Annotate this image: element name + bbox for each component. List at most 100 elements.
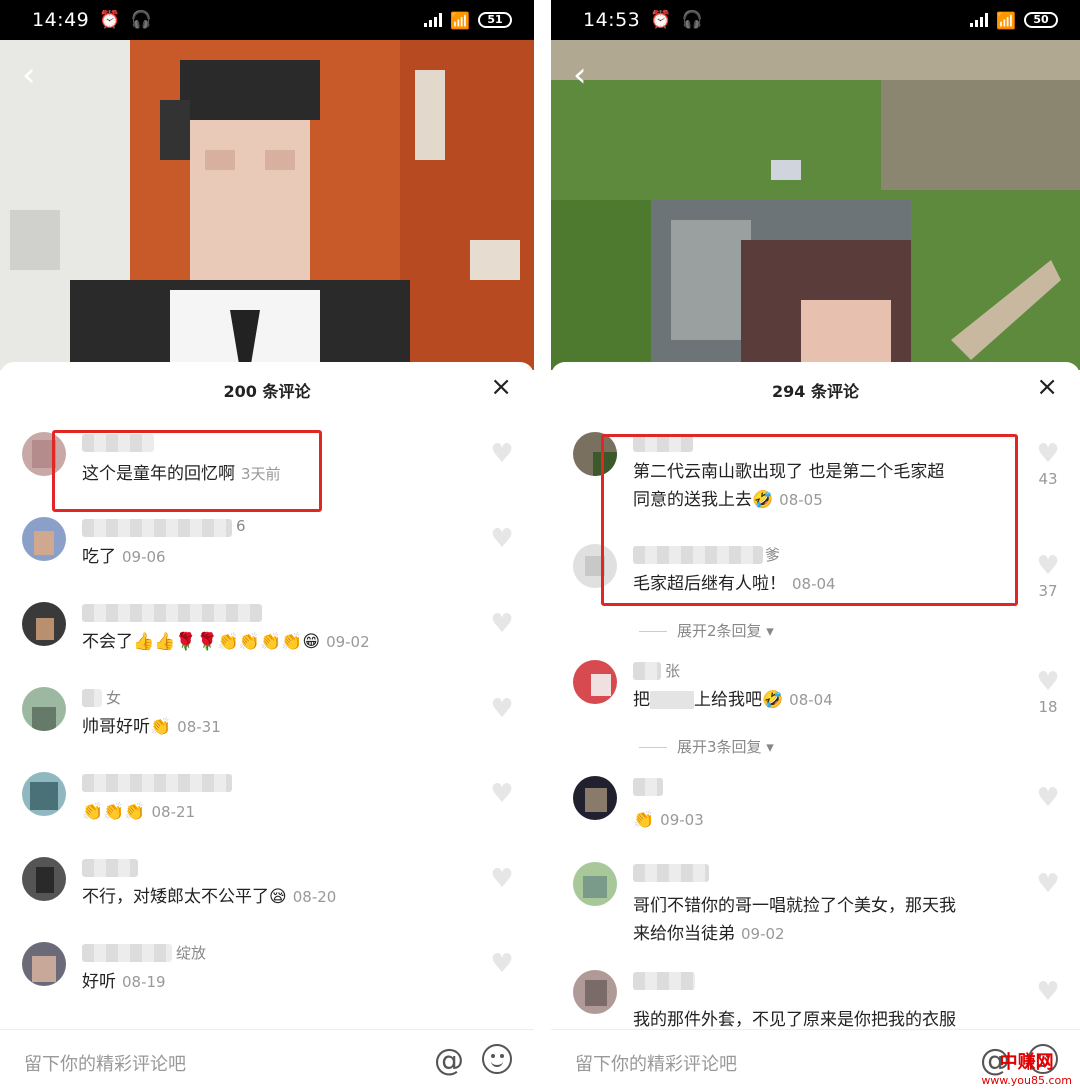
username-blurred[interactable] xyxy=(633,662,661,680)
username-blurred[interactable] xyxy=(633,778,663,796)
heart-icon[interactable]: ♥ xyxy=(488,865,516,893)
avatar[interactable] xyxy=(22,857,66,901)
highlight-box xyxy=(52,430,322,512)
comment-text: 好听 08-19 xyxy=(82,972,166,992)
username-suffix: 6 xyxy=(236,517,246,535)
watermark-url: www.you85.com xyxy=(981,1074,1072,1087)
comment-date: 09-02 xyxy=(741,925,785,943)
status-bar: 14:49 ⏰ 🎧 📶 51 xyxy=(0,0,534,40)
avatar[interactable] xyxy=(22,602,66,646)
signal-icon xyxy=(424,13,443,27)
comment-date: 08-31 xyxy=(177,718,221,736)
back-button[interactable]: ‹ xyxy=(573,58,587,92)
heart-icon[interactable]: ♥ xyxy=(1034,552,1062,580)
headphones-icon: 🎧 xyxy=(681,10,703,30)
username-suffix: 女 xyxy=(106,689,122,707)
composite-screenshot: 14:49 ⏰ 🎧 📶 51 ‹ 200 条评论 × 这个是童年的回忆啊 3天前… xyxy=(0,0,1080,1091)
phone-left: 14:49 ⏰ 🎧 📶 51 ‹ 200 条评论 × 这个是童年的回忆啊 3天前… xyxy=(0,0,534,1091)
heart-icon[interactable]: ♥ xyxy=(488,610,516,638)
avatar[interactable] xyxy=(22,687,66,731)
comment-input-bar: 留下你的精彩评论吧 @ xyxy=(0,1029,534,1091)
at-mention-icon[interactable]: @ xyxy=(434,1043,464,1078)
heart-icon[interactable]: ♥ xyxy=(488,440,516,468)
comment-date: 08-04 xyxy=(789,691,833,709)
like-count: 37 xyxy=(1038,582,1058,600)
username-suffix: 张 xyxy=(665,662,681,680)
comment-text-line2: 来给你当徒弟 09-02 xyxy=(633,924,785,944)
heart-icon[interactable]: ♥ xyxy=(1034,978,1062,1006)
battery-icon: 51 xyxy=(478,12,512,28)
comment-date: 09-02 xyxy=(326,633,370,651)
comments-sheet: 294 条评论 × 第二代云南山歌出现了 也是第二个毛家超 同意的送我上去🤣 08… xyxy=(551,362,1080,1091)
avatar[interactable] xyxy=(573,970,617,1014)
video-player[interactable]: ‹ xyxy=(551,40,1080,370)
username-blurred[interactable] xyxy=(633,864,709,882)
comment-text: 👏👏👏 08-21 xyxy=(82,802,196,822)
comment-date: 09-06 xyxy=(122,548,166,566)
username-blurred[interactable] xyxy=(82,944,172,962)
comment-input-bar: 留下你的精彩评论吧 @ 中赚网 www.you85.com xyxy=(551,1029,1080,1091)
username-blurred[interactable] xyxy=(82,774,232,792)
avatar[interactable] xyxy=(22,772,66,816)
alarm-icon: ⏰ xyxy=(650,10,672,30)
status-time: 14:53 xyxy=(583,9,641,31)
comment-text: 吃了 09-06 xyxy=(82,547,166,567)
close-button[interactable]: × xyxy=(490,372,512,402)
avatar[interactable] xyxy=(22,942,66,986)
video-frame xyxy=(551,40,1080,370)
comment-date: 08-19 xyxy=(122,973,166,991)
comment-date: 08-21 xyxy=(151,803,196,821)
heart-icon[interactable]: ♥ xyxy=(1034,870,1062,898)
heart-icon[interactable]: ♥ xyxy=(1034,668,1062,696)
status-bar: 14:53 ⏰ 🎧 📶 50 xyxy=(551,0,1080,40)
avatar[interactable] xyxy=(573,862,617,906)
comment-input[interactable]: 留下你的精彩评论吧 xyxy=(24,1050,186,1076)
highlight-box xyxy=(601,434,1018,606)
username-blurred[interactable] xyxy=(82,519,232,537)
username-blurred[interactable] xyxy=(82,689,102,707)
username-suffix: 绽放 xyxy=(176,944,207,962)
heart-icon[interactable]: ♥ xyxy=(488,780,516,808)
username-blurred[interactable] xyxy=(82,604,262,622)
comment-text: 哥们不错你的哥一唱就捡了个美女，那天我 xyxy=(633,896,956,916)
heart-icon[interactable]: ♥ xyxy=(488,525,516,553)
avatar[interactable] xyxy=(573,660,617,704)
comment-text: 👏 09-03 xyxy=(633,810,704,830)
heart-icon[interactable]: ♥ xyxy=(1034,784,1062,812)
heart-icon[interactable]: ♥ xyxy=(488,695,516,723)
comments-sheet: 200 条评论 × 这个是童年的回忆啊 3天前 ♥ 6 吃了 09-06 ♥ 不… xyxy=(0,362,534,1091)
close-button[interactable]: × xyxy=(1036,372,1058,402)
comments-count-title: 200 条评论 xyxy=(223,382,311,401)
phone-right: 14:53 ⏰ 🎧 📶 50 ‹ 294 条评论 × 第二代云南山歌出现了 也是… xyxy=(551,0,1080,1091)
like-count: 43 xyxy=(1038,470,1058,488)
expand-replies-button[interactable]: 展开3条回复 ▾ xyxy=(639,736,774,757)
watermark: 中赚网 www.you85.com xyxy=(981,1048,1072,1087)
emoji-icon[interactable] xyxy=(482,1044,512,1074)
comment-input[interactable]: 留下你的精彩评论吧 xyxy=(575,1050,737,1076)
status-time: 14:49 xyxy=(32,9,90,31)
avatar[interactable] xyxy=(573,776,617,820)
back-button[interactable]: ‹ xyxy=(22,58,36,92)
like-count: 18 xyxy=(1038,698,1058,716)
comment-text: 帅哥好听👏 08-31 xyxy=(82,717,221,737)
expand-replies-button[interactable]: 展开2条回复 ▾ xyxy=(639,620,774,641)
video-frame xyxy=(0,40,534,370)
wifi-icon: 📶 xyxy=(996,10,1016,30)
username-blurred[interactable] xyxy=(82,859,138,877)
comments-count-title: 294 条评论 xyxy=(772,382,859,401)
comment-text: 不会了👍👍🌹🌹👏👏👏👏😁 09-02 xyxy=(82,632,370,652)
heart-icon[interactable]: ♥ xyxy=(1034,440,1062,468)
battery-icon: 50 xyxy=(1024,12,1058,28)
comment-text: 不行，对矮郎太不公平了😪 08-20 xyxy=(82,887,337,907)
video-player[interactable]: ‹ xyxy=(0,40,534,370)
username-blurred[interactable] xyxy=(633,972,695,990)
wifi-icon: 📶 xyxy=(450,10,470,30)
comment-date: 08-20 xyxy=(292,888,337,906)
signal-icon xyxy=(970,13,989,27)
heart-icon[interactable]: ♥ xyxy=(488,950,516,978)
avatar[interactable] xyxy=(22,517,66,561)
comment-date: 09-03 xyxy=(660,811,704,829)
watermark-title: 中赚网 xyxy=(999,1052,1054,1073)
comment-text: 把上给我吧🤣 08-04 xyxy=(633,690,833,710)
blurred-text xyxy=(650,691,694,709)
